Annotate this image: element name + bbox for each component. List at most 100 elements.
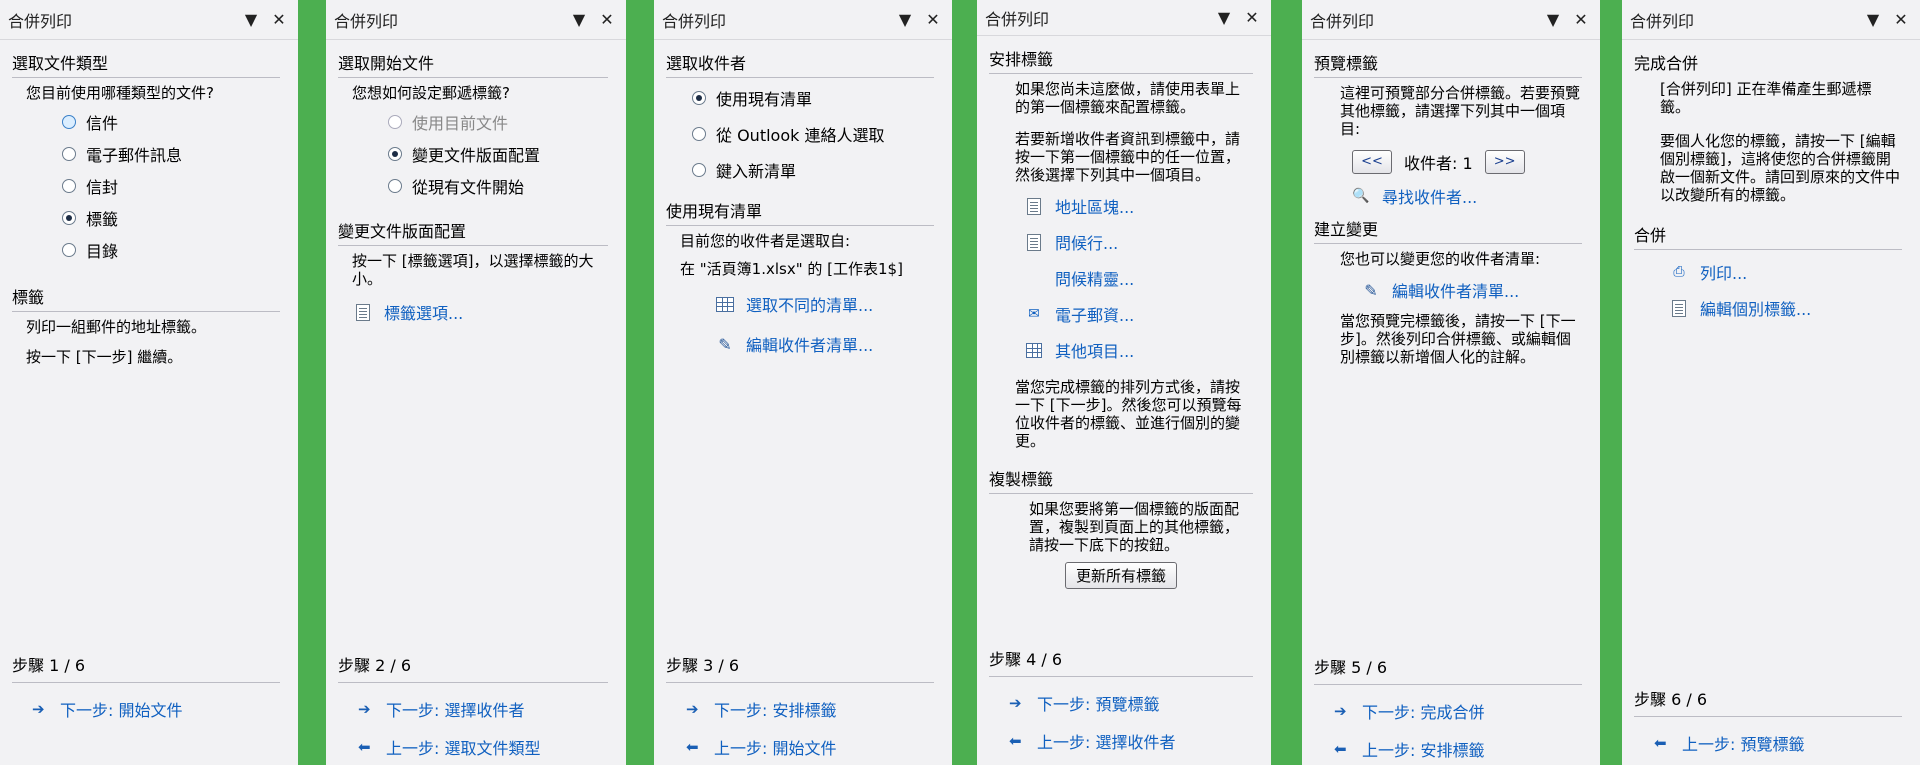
update-all-labels-button[interactable]: 更新所有標籤 [1065, 562, 1178, 589]
radio-icon[interactable] [62, 243, 76, 257]
electronic-postage-link[interactable]: ✉ 電子郵資... [1025, 302, 1259, 326]
recipient-source-value: 在 "活頁簿1.xlsx" 的 [工作表1$] [680, 260, 903, 278]
close-icon[interactable]: ✕ [596, 10, 618, 29]
change-list-text: 您也可以變更您的收件者清單: [1340, 250, 1541, 268]
radio-icon[interactable] [692, 127, 706, 141]
arrow-left-icon: ⬅ [686, 738, 699, 756]
arrow-left-icon: ⬅ [358, 738, 371, 756]
section-title: 選取文件類型 [12, 50, 280, 78]
radio-existing-document[interactable]: 從現有文件開始 [388, 174, 614, 198]
pane-titlebar: 合併列印 ▼ ✕ [326, 0, 626, 40]
instruction-text: 按一下 [下一步] 繼續。 [26, 348, 183, 366]
printer-icon: ⎙ [1673, 264, 1685, 280]
radio-existing-list[interactable]: 使用現有清單 [692, 86, 940, 110]
dropdown-icon[interactable]: ▼ [894, 10, 916, 29]
radio-icon[interactable] [62, 147, 76, 161]
pane-titlebar: 合併列印 ▼ ✕ [0, 0, 298, 40]
radio-icon[interactable] [62, 115, 76, 129]
replicate-labels-text: 如果您要將第一個標籤的版面配置，複製到頁面上的其他標籤，請按一下底下的按鈕。 [1029, 500, 1240, 554]
next-step-link[interactable]: ➔ 下一步: 開始文件 [32, 697, 286, 721]
prev-step-link[interactable]: ⬅ 上一步: 安排標籤 [1334, 737, 1588, 761]
pane-title: 合併列印 [662, 11, 727, 31]
section-title: 變更文件版面配置 [338, 218, 608, 246]
document-icon [1670, 299, 1688, 317]
section-title: 選取收件者 [666, 50, 934, 78]
next-step-link[interactable]: ➔ 下一步: 選擇收件者 [358, 697, 614, 721]
close-icon[interactable]: ✕ [1241, 8, 1263, 27]
personalize-text: 要個人化您的標籤，請按一下 [編輯個別標籤]，這將使您的合併標籤開啟一個新文件。… [1660, 132, 1901, 204]
mail-merge-pane-step4: 合併列印 ▼ ✕ 安排標籤 如果您尚未這麼做，請使用表單上的第一個標籤來配置標籤… [977, 0, 1271, 765]
pane-title: 合併列印 [8, 11, 73, 31]
close-icon[interactable]: ✕ [268, 10, 290, 29]
prev-step-link[interactable]: ⬅ 上一步: 開始文件 [686, 735, 940, 759]
section-title: 安排標籤 [989, 46, 1253, 74]
section-title: 複製標籤 [989, 466, 1253, 494]
greeting-line-link[interactable]: 問候行... [1025, 230, 1259, 254]
radio-icon[interactable] [388, 147, 402, 161]
arrow-right-icon: ➔ [358, 700, 371, 718]
next-step-link[interactable]: ➔ 下一步: 安排標籤 [686, 697, 940, 721]
dropdown-icon[interactable]: ▼ [1862, 10, 1884, 29]
radio-change-layout[interactable]: 變更文件版面配置 [388, 142, 614, 166]
more-items-link[interactable]: 其他項目... [1025, 338, 1259, 362]
edit-list-icon: ✎ [1364, 280, 1378, 300]
select-different-list-link[interactable]: 選取不同的清單... [716, 292, 940, 316]
next-step-link[interactable]: ➔ 下一步: 預覽標籤 [1009, 691, 1259, 715]
dropdown-icon[interactable]: ▼ [1542, 10, 1564, 29]
add-recipient-info-text: 若要新增收件者資訊到標籤中，請按一下第一個標籤中的任一位置，然後選擇下列其中一個… [1015, 130, 1241, 184]
find-recipient-link[interactable]: 🔍 尋找收件者... [1352, 184, 1588, 208]
recipient-navigator: << 收件者: 1 >> [1352, 150, 1588, 174]
layout-instruction-text: 如果您尚未這麼做，請使用表單上的第一個標籤來配置標籤。 [1015, 80, 1241, 116]
mail-merge-pane-step1: 合併列印 ▼ ✕ 選取文件類型 您目前使用哪種類型的文件? 信件 電子郵件訊息 … [0, 0, 298, 765]
radio-letter[interactable]: 信件 [62, 110, 286, 134]
dropdown-icon[interactable]: ▼ [240, 10, 262, 29]
radio-email[interactable]: 電子郵件訊息 [62, 142, 286, 166]
radio-current-document[interactable]: 使用目前文件 [388, 110, 614, 134]
radio-envelope[interactable]: 信封 [62, 174, 286, 198]
question-text: 您想如何設定郵遞標籤? [352, 84, 510, 102]
step-indicator: 步驟 3 / 6 [666, 652, 934, 683]
arrow-right-icon: ➔ [686, 700, 699, 718]
radio-icon[interactable] [692, 163, 706, 177]
edit-recipient-list-link[interactable]: ✎ 編輯收件者清單... [716, 332, 940, 356]
section-title: 選取開始文件 [338, 50, 608, 78]
edit-individual-labels-link[interactable]: 編輯個別標籤... [1670, 296, 1908, 320]
close-icon[interactable]: ✕ [922, 10, 944, 29]
mail-merge-pane-step2: 合併列印 ▼ ✕ 選取開始文件 您想如何設定郵遞標籤? 使用目前文件 變更文件版… [326, 0, 626, 765]
section-title: 建立變更 [1314, 216, 1582, 244]
prev-step-link[interactable]: ⬅ 上一步: 選擇收件者 [1009, 729, 1259, 753]
edit-recipient-list-link[interactable]: ✎ 編輯收件者清單... [1362, 278, 1588, 302]
print-link[interactable]: ⎙ 列印... [1670, 260, 1908, 284]
previous-recipient-button[interactable]: << [1352, 150, 1392, 174]
radio-icon[interactable] [692, 91, 706, 105]
arrow-left-icon: ⬅ [1334, 740, 1347, 758]
address-block-link[interactable]: 地址區塊... [1025, 194, 1259, 218]
section-title: 合併 [1634, 222, 1902, 250]
prev-step-link[interactable]: ⬅ 上一步: 選取文件類型 [358, 735, 614, 759]
mail-merge-pane-step3: 合併列印 ▼ ✕ 選取收件者 使用現有清單 從 Outlook 連絡人選取 鍵入… [654, 0, 952, 765]
arrow-right-icon: ➔ [32, 700, 45, 718]
next-recipient-button[interactable]: >> [1484, 150, 1525, 174]
table-icon [716, 295, 734, 313]
radio-new-list[interactable]: 鍵入新清單 [692, 158, 940, 182]
next-step-link[interactable]: ➔ 下一步: 完成合併 [1334, 699, 1588, 723]
dropdown-icon[interactable]: ▼ [568, 10, 590, 29]
close-icon[interactable]: ✕ [1570, 10, 1592, 29]
radio-icon[interactable] [388, 115, 402, 129]
radio-directory[interactable]: 目錄 [62, 238, 286, 262]
close-icon[interactable]: ✕ [1890, 10, 1912, 29]
radio-labels[interactable]: 標籤 [62, 206, 286, 230]
arrow-left-icon: ⬅ [1654, 734, 1667, 752]
radio-outlook-contacts[interactable]: 從 Outlook 連絡人選取 [692, 122, 940, 146]
radio-icon[interactable] [62, 179, 76, 193]
pane-titlebar: 合併列印 ▼ ✕ [1622, 0, 1920, 40]
dropdown-icon[interactable]: ▼ [1213, 8, 1235, 27]
pane-title: 合併列印 [985, 9, 1050, 29]
greeting-wizard-link[interactable]: 問候精靈... [1055, 266, 1259, 290]
radio-icon[interactable] [62, 211, 76, 225]
ready-text: [合併列印] 正在準備產生郵遞標籤。 [1660, 80, 1872, 116]
prev-step-link[interactable]: ⬅ 上一步: 預覽標籤 [1654, 731, 1908, 755]
pane-titlebar: 合併列印 ▼ ✕ [1302, 0, 1600, 40]
radio-icon[interactable] [388, 179, 402, 193]
label-options-link[interactable]: 標籤選項... [354, 300, 614, 324]
